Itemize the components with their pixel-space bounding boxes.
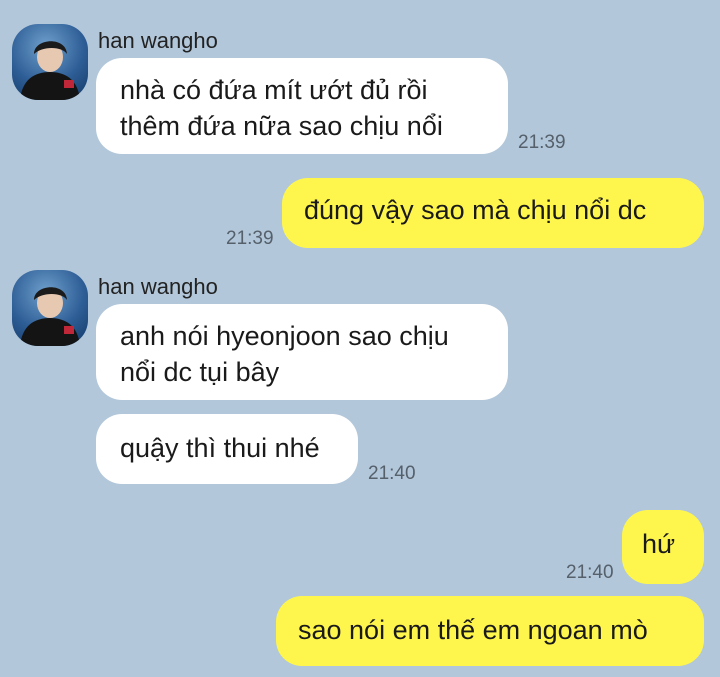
message-text: sao nói em thế em ngoan mò [298,615,648,645]
sender-name: han wangho [98,28,218,53]
avatar-photo-icon [20,287,80,346]
avatar-photo-icon [20,41,80,100]
message-text: hứ [642,529,676,559]
message-time: 21:39 [226,228,274,249]
message-text-line: nhà có đứa mít ướt đủ rồi [120,75,428,105]
message-text: quậy thì thui nhé [120,433,320,463]
sender-avatar[interactable] [12,24,88,100]
outgoing-message-bubble[interactable]: hứ [622,510,704,584]
message-text: đúng vậy sao mà chịu nổi dc [304,195,647,225]
message-time: 21:40 [368,463,416,484]
sender-avatar[interactable] [12,270,88,346]
incoming-message-bubble[interactable]: nhà có đứa mít ướt đủ rồi thêm đứa nữa s… [96,58,508,154]
outgoing-message-bubble[interactable]: đúng vậy sao mà chịu nổi dc [282,178,704,248]
sender-name: han wangho [98,274,218,299]
message-text-line: thêm đứa nữa sao chịu nổi [120,111,443,141]
outgoing-message-bubble[interactable]: sao nói em thế em ngoan mò [276,596,704,666]
message-time: 21:40 [566,562,614,583]
message-time: 21:39 [518,132,566,153]
message-text-line: anh nói hyeonjoon sao chịu [120,321,449,351]
incoming-message-bubble[interactable]: quậy thì thui nhé [96,414,358,484]
message-text-line: nổi dc tụi bây [120,357,280,387]
incoming-message-bubble[interactable]: anh nói hyeonjoon sao chịu nổi dc tụi bâ… [96,304,508,400]
